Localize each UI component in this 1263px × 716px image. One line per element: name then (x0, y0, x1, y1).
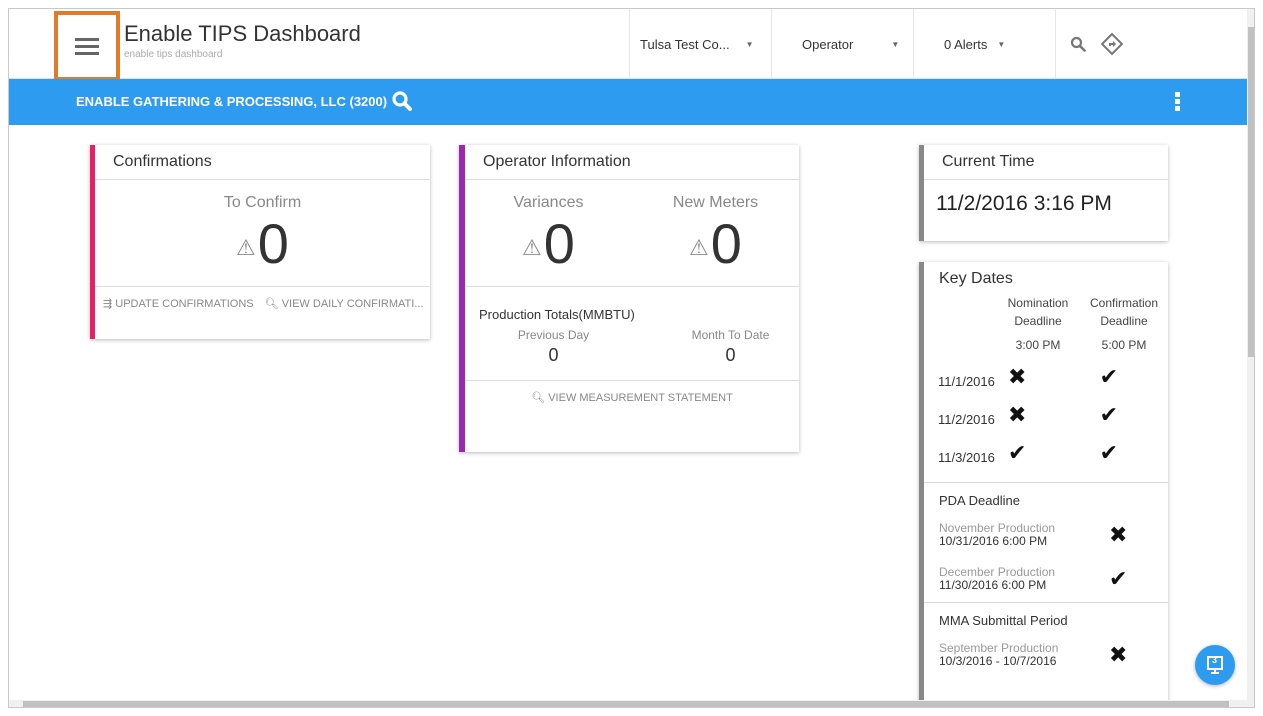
company-search-icon[interactable] (391, 90, 413, 112)
app-frame: Enable TIPS Dashboard enable tips dashbo… (8, 8, 1255, 708)
view-statement-label: VIEW MEASUREMENT STATEMENT (548, 392, 733, 404)
nomination-status-icon: ✖ (1008, 402, 1027, 427)
confirmation-time: 5:00 PM (1101, 338, 1147, 352)
key-date-row: 11/1/2016 ✖ ✔ (924, 358, 1168, 396)
to-confirm-block: To Confirm ⚠0 (95, 180, 430, 272)
warning-icon: ⚠ (236, 235, 256, 260)
view-measurement-statement-link[interactable]: 🔍︎ VIEW MEASUREMENT STATEMENT (465, 381, 799, 404)
search-icon[interactable] (1070, 36, 1086, 52)
pda-row: November Production 10/31/2016 6:00 PM ✖ (924, 522, 1168, 548)
top-header: Enable TIPS Dashboard enable tips dashbo… (9, 9, 1247, 81)
nomination-header-2: Deadline (1014, 314, 1062, 328)
mma-status-icon: ✖ (1109, 642, 1128, 667)
to-confirm-value: 0 (257, 212, 289, 275)
operator-stats: Variances ⚠0 New Meters ⚠0 (465, 180, 799, 272)
confirmation-status-icon: ✔ (1099, 440, 1118, 465)
month-to-date-value: 0 (725, 345, 736, 365)
current-time-card: Current Time 11/2/2016 3:16 PM (919, 145, 1168, 241)
nomination-status-icon: ✔ (1008, 440, 1027, 465)
mma-row: September Production 10/3/2016 - 10/7/20… (924, 642, 1168, 668)
update-confirmations-label: UPDATE CONFIRMATIONS (115, 298, 254, 310)
current-time-value: 11/2/2016 3:16 PM (936, 192, 1112, 215)
previous-day-value: 0 (548, 345, 559, 365)
previous-day-label: Previous Day (517, 328, 590, 342)
deadline-headers: Nomination Deadline 3:00 PM Confirmation… (924, 296, 1168, 352)
hamburger-menu-button[interactable] (54, 11, 120, 81)
card-title: Key Dates (939, 270, 1013, 287)
confirmation-header-1: Confirmation (1089, 296, 1159, 310)
hamburger-icon (75, 34, 99, 59)
confirmation-header-2: Deadline (1100, 314, 1148, 328)
card-title: Current Time (924, 145, 1168, 180)
card-title: Confirmations (95, 145, 430, 180)
production-totals-title: Production Totals(MMBTU) (479, 307, 635, 322)
fab-badge: 3 (1212, 655, 1218, 665)
production-totals: Previous Day 0 Month To Date 0 (465, 328, 799, 366)
pda-deadline-title: PDA Deadline (939, 493, 1020, 508)
chevron-down-icon: ▼ (745, 39, 754, 49)
vertical-scrollbar[interactable] (1247, 9, 1254, 707)
pda-status-icon: ✔ (1109, 566, 1128, 591)
magnifier-icon: 🔍︎ (264, 298, 279, 310)
warning-icon: ⚠ (522, 235, 542, 260)
key-date: 11/1/2016 (938, 373, 995, 389)
new-meters-value: 0 (710, 212, 742, 275)
operator-info-card: Operator Information Variances ⚠0 New Me… (459, 145, 799, 452)
company-bar: ENABLE GATHERING & PROCESSING, LLC (3200… (9, 79, 1247, 125)
confirmation-status-icon: ✔ (1099, 364, 1118, 389)
key-date: 11/2/2016 (938, 411, 995, 427)
variances-label: Variances (513, 194, 584, 211)
new-meters-label: New Meters (672, 194, 759, 211)
alerts-dropdown[interactable]: 0 Alerts ▼ (913, 9, 1055, 79)
directions-icon[interactable] (1100, 32, 1124, 56)
page-subtitle: enable tips dashboard (124, 49, 223, 60)
role-dropdown[interactable]: Operator ▼ (771, 9, 913, 79)
company-name: ENABLE GATHERING & PROCESSING, LLC (3200… (76, 94, 388, 109)
filter-icon: ⇶ (103, 298, 113, 310)
alerts-dropdown-label: 0 Alerts (944, 36, 988, 52)
confirmations-card: Confirmations To Confirm ⚠0 ⇶ UPDATE CON… (90, 145, 430, 339)
nomination-status-icon: ✖ (1008, 364, 1027, 389)
update-confirmations-link[interactable]: ⇶ UPDATE CONFIRMATIONS (103, 298, 254, 310)
magnifier-icon: 🔍︎ (531, 392, 546, 404)
presentation-fab[interactable]: 3 (1195, 645, 1235, 685)
pda-row: December Production 11/30/2016 6:00 PM ✔ (924, 566, 1168, 592)
pda-when: 10/31/2016 6:00 PM (939, 534, 1048, 548)
key-dates-card: Key Dates Nomination Deadline 3:00 PM Co… (919, 262, 1168, 702)
role-dropdown-label: Operator (802, 36, 854, 52)
company-dropdown[interactable]: Tulsa Test Co... ▼ (629, 9, 771, 79)
more-options-icon[interactable] (1175, 92, 1181, 113)
view-daily-label: VIEW DAILY CONFIRMATI... (281, 298, 424, 310)
chevron-down-icon: ▼ (997, 39, 1006, 49)
header-actions (1055, 9, 1247, 79)
pda-when: 11/30/2016 6:00 PM (939, 578, 1047, 592)
confirmation-status-icon: ✔ (1099, 402, 1118, 427)
horizontal-scrollbar[interactable] (9, 700, 1247, 707)
confirmations-actions: ⇶ UPDATE CONFIRMATIONS 🔍︎ VIEW DAILY CON… (95, 287, 430, 310)
company-dropdown-label: Tulsa Test Co... (640, 36, 730, 52)
page-title: Enable TIPS Dashboard (124, 21, 361, 46)
chevron-down-icon: ▼ (891, 39, 900, 49)
mma-when: 10/3/2016 - 10/7/2016 (939, 654, 1057, 668)
nomination-header-1: Nomination (1007, 296, 1069, 310)
key-dates-rows: 11/1/2016 ✖ ✔ 11/2/2016 ✖ ✔ 11/3/2016 ✔ … (924, 358, 1168, 472)
warning-icon: ⚠ (689, 235, 709, 260)
view-daily-confirmations-link[interactable]: 🔍︎ VIEW DAILY CONFIRMATI... (265, 298, 424, 310)
to-confirm-label: To Confirm (223, 194, 302, 211)
card-title: Operator Information (465, 145, 799, 180)
month-to-date-label: Month To Date (691, 328, 770, 342)
mma-submittal-title: MMA Submittal Period (939, 613, 1068, 628)
vertical-scroll-thumb[interactable] (1248, 27, 1254, 357)
horizontal-scroll-thumb[interactable] (23, 701, 1229, 707)
nomination-time: 3:00 PM (1015, 338, 1061, 352)
key-date: 11/3/2016 (938, 449, 995, 465)
key-date-row: 11/2/2016 ✖ ✔ (924, 396, 1168, 434)
key-date-row: 11/3/2016 ✔ ✔ (924, 434, 1168, 472)
pda-status-icon: ✖ (1109, 522, 1128, 547)
variances-value: 0 (543, 212, 575, 275)
